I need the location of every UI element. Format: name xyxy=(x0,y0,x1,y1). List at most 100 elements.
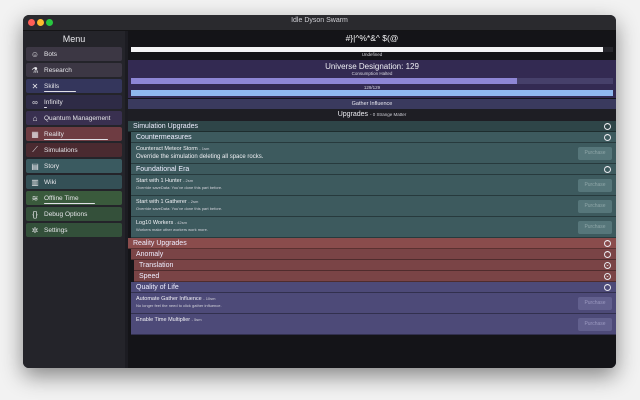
universe-designation: Universe Designation: 129 xyxy=(325,62,419,71)
purchase-button[interactable]: Purchase xyxy=(578,318,612,331)
upgrade-name-line: Start with 1 Gatherer - 2sm xyxy=(136,198,611,206)
upgrade-item: Start with 1 Gatherer - 2sm Override save… xyxy=(131,196,616,217)
purchase-button[interactable]: Purchase xyxy=(578,297,612,310)
window-title: Idle Dyson Swarm xyxy=(291,17,348,24)
sidebar-item-debug-options[interactable]: {} Debug Options xyxy=(26,207,122,221)
research-icon: ⚗ xyxy=(31,65,39,75)
upgrade-cost: - 2sm xyxy=(183,178,194,183)
sidebar-item-bots[interactable]: ☺ Bots xyxy=(26,47,122,61)
sidebar-item-label: Bots xyxy=(44,50,58,58)
expand-toggle-icon[interactable]: ⌄ xyxy=(604,262,611,269)
collapse-toggle-icon[interactable]: ⌃ xyxy=(604,284,611,291)
sidebar-item-skills[interactable]: ✕ Skills xyxy=(26,79,122,93)
robot-icon: ☺ xyxy=(30,49,40,59)
section-title: Foundational Era xyxy=(136,166,190,173)
sidebar-item-research[interactable]: ⚗ Research xyxy=(26,63,122,77)
upgrade-name-line: Log10 Workers - 42sm xyxy=(136,219,611,227)
universe-panel: Universe Designation: 129 Consumption Ha… xyxy=(128,60,616,98)
purchase-button[interactable]: Purchase xyxy=(578,221,612,234)
gather-influence-button[interactable]: Gather Influence xyxy=(128,99,616,109)
sidebar-item-label: Simulations xyxy=(44,146,78,154)
collapse-toggle-icon[interactable]: ⌃ xyxy=(604,123,611,130)
upgrade-description: Workers make other workers work more. xyxy=(136,227,208,232)
upgrade-name: Automate Gather Influence xyxy=(136,296,202,302)
strange-matter-count: - 0 Strange Matter xyxy=(370,112,407,117)
simulation-upgrades-section[interactable]: Simulation Upgrades ⌃ xyxy=(128,121,616,132)
skills-icon: ✕ xyxy=(31,81,39,91)
upgrade-name: Counteract Meteor Storm xyxy=(136,146,198,152)
upgrade-item: Automate Gather Influence - 10sm No longe… xyxy=(131,293,616,314)
purchase-button[interactable]: Purchase xyxy=(578,200,612,213)
wiki-icon: ▥ xyxy=(31,177,39,187)
section-title: Anomaly xyxy=(136,251,164,258)
universe-count-bar xyxy=(131,90,613,96)
foundational-era-list: Start with 1 Hunter - 2sm Override saveDa… xyxy=(128,175,616,238)
bank-icon: ⌂ xyxy=(32,113,38,123)
universe-count-fill xyxy=(131,90,613,96)
section-title: Speed xyxy=(139,273,160,280)
undefined-progress-fill xyxy=(131,47,604,52)
collapse-toggle-icon[interactable]: ⌃ xyxy=(604,240,611,247)
sidebar-item-infinity[interactable]: ∞ Infinity xyxy=(26,95,122,109)
upgrade-cost: - 1sm xyxy=(199,146,210,151)
undefined-progress-bar xyxy=(131,46,613,55)
main-panel: #}|^%*&^ $(@ Undefined Universe Designat… xyxy=(128,31,616,368)
infinity-icon: ∞ xyxy=(32,97,38,107)
upgrades-title: Upgrades xyxy=(337,111,369,118)
app-window: Idle Dyson Swarm Menu ☺ Bots ⚗ Research ✕ Ski… xyxy=(23,15,616,368)
speed-section[interactable]: Speed ⌄ xyxy=(134,271,616,282)
sidebar-item-offline-time[interactable]: ≋ Offline Time xyxy=(26,191,122,205)
upgrade-item: Enable Time Multiplier - 5sm Purchase xyxy=(131,314,616,335)
sidebar-item-label: Story xyxy=(44,162,60,170)
title-bar: Idle Dyson Swarm xyxy=(23,15,616,31)
upgrade-cost: - 2sm xyxy=(188,199,199,204)
universe-name: #}|^%*&^ $(@ xyxy=(345,33,399,43)
section-title: Countermeasures xyxy=(136,134,192,141)
collapse-toggle-icon[interactable]: ⌃ xyxy=(604,251,611,258)
quality-of-life-section[interactable]: Quality of Life ⌃ xyxy=(131,282,616,293)
sidebar-item-label: Wiki xyxy=(44,178,57,186)
upgrade-name-line: Automate Gather Influence - 10sm xyxy=(136,295,611,303)
purchase-button[interactable]: Purchase xyxy=(578,179,612,192)
sidebar-progress-bar xyxy=(44,106,48,108)
consumption-progress-fill xyxy=(131,78,517,84)
sidebar-item-label: Quantum Management xyxy=(44,114,111,122)
upgrade-cost: - 5sm xyxy=(191,317,202,322)
collapse-toggle-icon[interactable]: ⌃ xyxy=(604,166,611,173)
sidebar-item-quantum-management[interactable]: ⌂ Quantum Management xyxy=(26,111,122,125)
sidebar-item-label: Reality xyxy=(44,130,64,138)
sidebar-progress-bar xyxy=(44,202,96,204)
sidebar-item-label: Infinity xyxy=(44,98,63,106)
sidebar-item-settings[interactable]: ✲ Settings xyxy=(26,223,122,237)
sidebar-item-reality[interactable]: ▦ Reality xyxy=(26,127,122,141)
upgrade-description: Override saveData: You've done this part… xyxy=(136,206,223,211)
sidebar-item-label: Offline Time xyxy=(44,194,79,202)
countermeasures-list: Counteract Meteor Storm - 1sm Override th… xyxy=(128,143,616,164)
expand-toggle-icon[interactable]: ⌄ xyxy=(604,273,611,280)
countermeasures-section[interactable]: Countermeasures ⌃ xyxy=(131,132,616,143)
sidebar-item-label: Debug Options xyxy=(44,210,88,218)
upgrade-cost: - 42sm xyxy=(174,220,187,225)
upgrade-description: No longer feel the need to click gather … xyxy=(136,303,222,308)
upgrade-item: Start with 1 Hunter - 2sm Override saveDa… xyxy=(131,175,616,196)
sidebar-list: ☺ Bots ⚗ Research ✕ Skills ∞ Infinity ⌂ Quantum M… xyxy=(23,47,125,237)
upgrade-name: Start with 1 Hunter xyxy=(136,178,182,184)
collapse-toggle-icon[interactable]: ⌃ xyxy=(604,134,611,141)
upgrade-item: Counteract Meteor Storm - 1sm Override th… xyxy=(131,143,616,164)
sidebar-item-wiki[interactable]: ▥ Wiki xyxy=(26,175,122,189)
upgrade-name: Enable Time Multiplier xyxy=(136,317,191,323)
gear-icon: ✲ xyxy=(31,225,39,235)
translation-section[interactable]: Translation ⌄ xyxy=(134,260,616,271)
sidebar-item-story[interactable]: ▤ Story xyxy=(26,159,122,173)
sidebar-item-label: Skills xyxy=(44,82,60,90)
menu-title: Menu xyxy=(62,34,86,44)
reality-upgrades-section[interactable]: Reality Upgrades ⌃ xyxy=(128,238,616,249)
code-icon: {} xyxy=(32,209,38,219)
sidebar-item-label: Research xyxy=(44,66,72,74)
upgrade-cost: - 10sm xyxy=(203,296,216,301)
sidebar-progress-bar xyxy=(44,90,76,92)
purchase-button[interactable]: Purchase xyxy=(578,147,612,160)
anomaly-section[interactable]: Anomaly ⌃ xyxy=(131,249,616,260)
foundational-era-section[interactable]: Foundational Era ⌃ xyxy=(131,164,616,175)
sidebar-item-simulations[interactable]: ⟋ Simulations xyxy=(26,143,122,157)
